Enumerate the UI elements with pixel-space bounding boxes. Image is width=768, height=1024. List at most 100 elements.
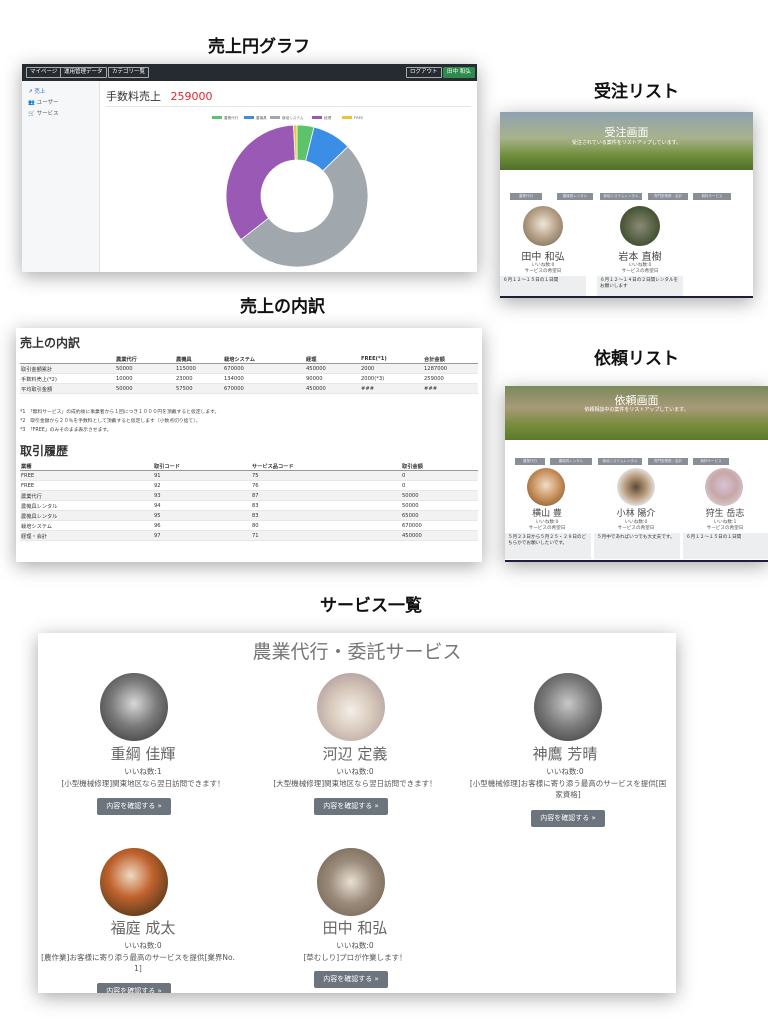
nav-mypage-button[interactable]: マイページ bbox=[26, 67, 62, 78]
table-cell: 670000 bbox=[224, 366, 244, 372]
table-cell: 95 bbox=[154, 513, 161, 519]
order-category-button[interactable]: 専門型業務・会計 bbox=[648, 193, 688, 200]
wish-date-label: サービスの希望日 bbox=[621, 269, 659, 274]
service-card: 河辺 定義 いいね数:0 [大型機械修理]関東地区なら翌日訪問できます！ 内容を… bbox=[250, 633, 460, 823]
table-row: 農機具レンタル 94 83 50000 bbox=[20, 501, 478, 511]
person-name: 岩本 直樹 bbox=[618, 252, 662, 263]
order-category-button[interactable]: 無料サービス bbox=[693, 193, 731, 200]
column-header: 農業代行 bbox=[116, 357, 137, 363]
legend-swatch bbox=[312, 116, 322, 119]
logout-button[interactable]: ログアウト bbox=[406, 67, 442, 78]
request-category-button[interactable]: 専門型業務・会計 bbox=[648, 458, 688, 465]
request-category-button[interactable]: 農業代行 bbox=[515, 458, 545, 465]
avatar bbox=[527, 468, 565, 506]
service-description: [小型機械修理]お客様に寄り添う最高のサービスを提供[国家資格] bbox=[469, 779, 667, 799]
legend-swatch bbox=[270, 116, 280, 119]
history-table: 業種 取引コード サービス品コード 取引金額 FREE 91 75 0 FREE 92 76 0 農業代… bbox=[20, 461, 478, 541]
column-header: FREE(*1) bbox=[361, 356, 387, 362]
view-details-button[interactable]: 内容を確認する » bbox=[314, 971, 388, 988]
nav-admin-data-button[interactable]: 運用管理データ bbox=[60, 67, 107, 78]
legend-label: FREE bbox=[354, 116, 364, 120]
provider-name: 福庭 成太 bbox=[110, 919, 176, 937]
provider-name: 重綱 佳輝 bbox=[110, 745, 176, 763]
provider-name: 田中 和弘 bbox=[322, 919, 388, 937]
table-cell: 83 bbox=[252, 513, 259, 519]
breakdown-heading: 売上の内訳 bbox=[20, 336, 81, 350]
likes-count: いいね数:0 bbox=[124, 941, 162, 950]
request-category-button[interactable]: 栽培システムレンタル bbox=[598, 458, 642, 465]
sidebar-item-services[interactable]: 🛒 サービス bbox=[28, 109, 59, 117]
request-hero-subtitle: 依頼相談中の案件をリストアップしています。 bbox=[584, 407, 689, 413]
table-cell: 農業代行 bbox=[21, 494, 42, 500]
service-description: [大型機械修理]関東地区なら翌日訪問できます！ bbox=[273, 779, 437, 788]
likes-count: いいね数:1 bbox=[124, 767, 162, 776]
likes-count: いいね数:0 bbox=[336, 767, 374, 776]
table-cell: 50000 bbox=[402, 493, 419, 499]
donut-slice-3 bbox=[225, 124, 296, 241]
section-title-request-list: 依頼リスト bbox=[594, 349, 679, 369]
footnote: *3 「FREE」のみそのまま表示させます。 bbox=[20, 428, 112, 433]
table-cell: 50000 bbox=[402, 503, 419, 509]
order-category-button[interactable]: 農業代行 bbox=[510, 193, 542, 200]
table-row: FREE 91 75 0 bbox=[20, 471, 478, 481]
footnote: *2 取引金額から２０％を手数料として頂戴すると仮定します（小数点切り捨て）。 bbox=[20, 419, 201, 424]
breakdown-table: 農業代行 農機具 栽培システム 経理 FREE(*1) 合計金額 取引金額累計 50000 11… bbox=[20, 354, 478, 394]
request-detail: ６月１２～１５日の１日間 bbox=[500, 276, 586, 296]
avatar bbox=[617, 468, 655, 506]
table-cell: ### bbox=[361, 386, 375, 392]
column-header: 合計金額 bbox=[424, 357, 445, 363]
view-details-button[interactable]: 内容を確認する » bbox=[97, 798, 171, 815]
user-button[interactable]: 田中 和弘 bbox=[443, 67, 475, 78]
table-row: 取引金額累計 50000 115000 670000 450000 2000 1287000 bbox=[20, 364, 478, 374]
request-category-button[interactable]: 農機具レンタル bbox=[550, 458, 592, 465]
wish-date-label: サービスの希望日 bbox=[706, 526, 744, 531]
avatar bbox=[317, 673, 385, 741]
request-category-button[interactable]: 無料サービス bbox=[693, 458, 729, 465]
table-cell: 90000 bbox=[306, 376, 323, 382]
legend-swatch bbox=[342, 116, 352, 119]
table-cell: 450000 bbox=[402, 533, 422, 539]
table-cell: ### bbox=[424, 386, 438, 392]
section-title-service-list: サービス一覧 bbox=[320, 596, 422, 616]
view-details-button[interactable]: 内容を確認する » bbox=[314, 798, 388, 815]
table-cell: 94 bbox=[154, 503, 161, 509]
table-cell: 71 bbox=[252, 533, 259, 539]
table-cell: 115000 bbox=[176, 366, 196, 372]
table-cell: 97 bbox=[154, 533, 161, 539]
service-description: [農作業]お客様に寄り添う最高のサービスを提供[業界No. 1] bbox=[41, 953, 235, 973]
table-row: 平均取引金額 50000 57500 670000 450000 ### ### bbox=[20, 384, 478, 394]
provider-name: 河辺 定義 bbox=[322, 745, 388, 763]
column-header: 経理 bbox=[306, 357, 317, 363]
section-title-breakdown: 売上の内訳 bbox=[240, 297, 325, 317]
request-detail: ６月１２～１４日の２日間レンタルをお願いします bbox=[597, 276, 683, 296]
table-cell: 10000 bbox=[116, 376, 133, 382]
order-category-button[interactable]: 農機具レンタル bbox=[557, 193, 593, 200]
table-cell: 75 bbox=[252, 473, 259, 479]
legend-label: 農業代行 bbox=[224, 115, 239, 120]
table-cell: 96 bbox=[154, 523, 161, 529]
heading-label: 手数料売上 bbox=[106, 90, 161, 103]
likes-count: いいね数:0 bbox=[336, 941, 374, 950]
table-cell: 50000 bbox=[116, 386, 133, 392]
order-category-button[interactable]: 栽培システムレンタル bbox=[600, 193, 642, 200]
sidebar-item-users[interactable]: 👥 ユーザー bbox=[28, 98, 59, 106]
view-details-button[interactable]: 内容を確認する » bbox=[97, 983, 171, 993]
service-card: 福庭 成太 いいね数:0 [農作業]お客様に寄り添う最高のサービスを提供[業界N… bbox=[38, 843, 248, 993]
request-detail: ６月１２～１５日の１日間 bbox=[683, 533, 768, 559]
table-cell: 農機具レンタル bbox=[21, 514, 58, 520]
table-cell: 経理・会計 bbox=[21, 534, 47, 540]
column-header: 農機具 bbox=[176, 357, 192, 363]
table-cell: 80 bbox=[252, 523, 259, 529]
table-cell: 450000 bbox=[306, 366, 326, 372]
nav-category-list-button[interactable]: カテゴリ一覧 bbox=[108, 67, 150, 78]
table-cell: 259000 bbox=[424, 376, 444, 382]
column-header: サービス品コード bbox=[252, 464, 294, 470]
footnote: *1 「無料サービス」の成約後に事業者から１回につき１０００円を頂戴すると仮定し… bbox=[20, 410, 220, 415]
table-cell: FREE bbox=[21, 473, 35, 479]
view-details-button[interactable]: 内容を確認する » bbox=[531, 810, 605, 827]
sidebar-item-sales[interactable]: ↗ 売上 bbox=[28, 87, 45, 95]
table-cell: 670000 bbox=[224, 386, 244, 392]
column-header: 業種 bbox=[21, 464, 32, 470]
heading-value: 259000 bbox=[170, 90, 213, 103]
request-list-screenshot: 依頼画面 依頼相談中の案件をリストアップしています。 農業代行 農機具レンタル … bbox=[505, 386, 768, 562]
